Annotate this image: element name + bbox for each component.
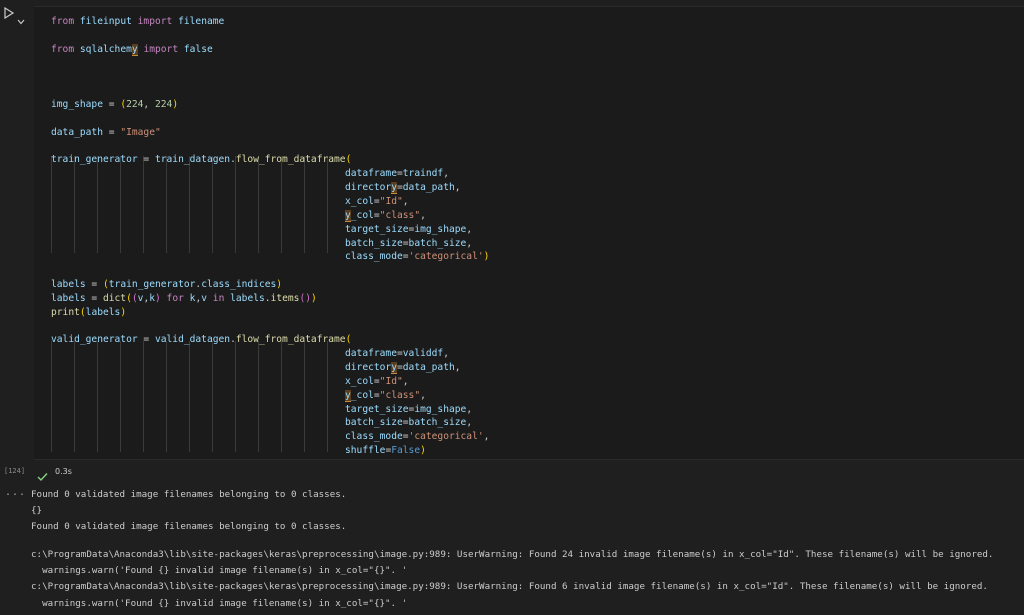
execution-time: 0.3s [55,467,72,476]
output-line: warnings.warn('Found {} invalid image fi… [31,565,408,577]
code-line: batch_size=batch_size, [345,237,473,249]
code-line: class_mode='categorical') [345,251,490,263]
code-line: dataframe=validdf, [345,348,449,360]
run-options-button[interactable] [17,10,25,25]
code-line: target_size=img_shape, [345,403,473,415]
code-line: valid_generator = valid_datagen.flow_fro… [51,334,352,346]
code-line: img_shape = (224, 224) [51,99,179,111]
cell-output: ... Found 0 validated image filenames be… [0,483,1024,615]
output-more-actions-icon[interactable]: ... [5,487,26,498]
code-line: data_path = "Image" [51,126,161,138]
code-line: shuffle=False) [345,445,426,457]
code-line: y_col="class", [345,389,426,402]
execution-count: [124] [4,467,26,475]
output-line: Found 0 validated image filenames belong… [31,521,347,533]
code-cell-editor[interactable]: from fileinput import filename from sqla… [34,6,1024,460]
play-icon [4,7,15,19]
code-line: target_size=img_shape, [345,223,473,235]
code-line: labels = dict((v,k) for k,v in labels.it… [51,292,317,304]
chevron-down-icon [17,19,25,25]
code-line: x_col="Id", [345,195,409,207]
output-line: Found 0 validated image filenames belong… [31,489,347,500]
code-line: train_generator = train_datagen.flow_fro… [51,154,352,166]
output-line: warnings.warn('Found {} invalid image fi… [31,597,408,609]
code-line: directory=data_path, [345,362,461,375]
output-text: Found 0 validated image filenames belong… [31,487,993,612]
code-block[interactable]: from fileinput import filename from sqla… [51,15,489,458]
output-line: {} [31,505,43,517]
code-line: class_mode='categorical', [345,431,490,443]
code-line: batch_size=batch_size, [345,417,473,429]
code-line: y_col="class", [345,209,426,222]
code-line: directory=data_path, [345,182,461,195]
code-line: x_col="Id", [345,375,409,387]
code-line: from sqlalchemy import false [51,43,213,56]
code-line: dataframe=traindf, [345,168,449,180]
code-line: from fileinput import filename [51,16,225,27]
run-cell-button[interactable] [3,7,15,19]
check-icon [37,467,48,482]
code-line: labels = (train_generator.class_indices) [51,279,283,291]
output-line: c:\ProgramData\Anaconda3\lib\site-packag… [31,581,988,593]
code-line: print(labels) [51,306,127,318]
output-line: c:\ProgramData\Anaconda3\lib\site-packag… [31,549,994,561]
cell-status-bar: [124] 0.3s [0,462,1024,482]
